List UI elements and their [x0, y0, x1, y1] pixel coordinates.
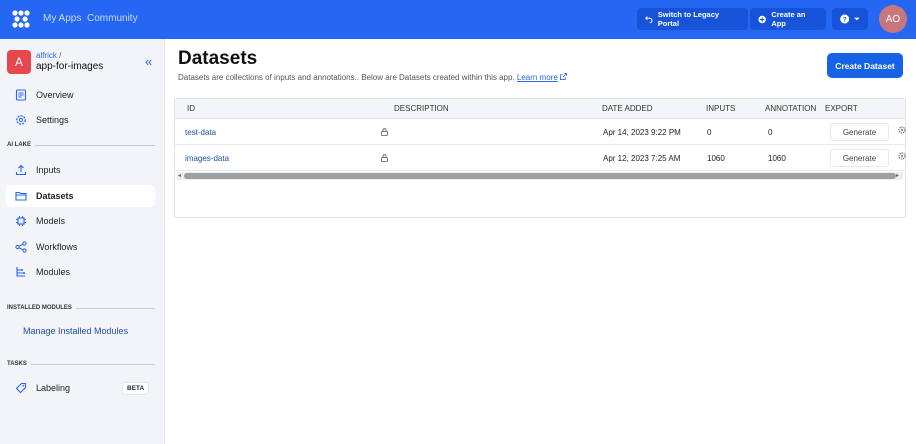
- column-header-inputs[interactable]: INPUTS: [706, 104, 735, 113]
- folder-icon: [15, 191, 27, 201]
- page-title: Datasets: [178, 48, 258, 69]
- switch-legacy-button[interactable]: Switch to Legacy Portal: [637, 8, 748, 30]
- section-header-label: INSTALLED MODULES: [7, 305, 72, 311]
- table-row[interactable]: images-data Apr 12, 2023 7:25 AM 1060 10…: [175, 145, 906, 171]
- modules-icon: [16, 267, 25, 277]
- annotation-cell: 0: [768, 128, 773, 137]
- annotation-cell: 1060: [768, 154, 786, 163]
- inputs-cell: 1060: [707, 154, 725, 163]
- help-icon: ?: [840, 14, 850, 24]
- section-header-label: AI LAKE: [7, 142, 31, 148]
- scrollbar-thumb[interactable]: [184, 173, 896, 179]
- app-owner-label[interactable]: alfrick: [36, 51, 57, 60]
- column-header-date-added[interactable]: DATE ADDED: [602, 104, 653, 113]
- sidebar-item-inputs[interactable]: Inputs: [6, 159, 155, 181]
- learn-more-link[interactable]: Learn more: [517, 73, 558, 82]
- manage-installed-modules-link[interactable]: Manage Installed Modules: [23, 326, 128, 336]
- app-name: app-for-images: [36, 61, 104, 72]
- lock-icon: [381, 128, 388, 136]
- upload-icon: [15, 164, 27, 176]
- table-header: ID DESCRIPTION DATE ADDED INPUTS ANNOTAT…: [175, 99, 905, 119]
- app-icon: A: [7, 50, 31, 74]
- page-subtitle-text: Datasets are collections of inputs and a…: [178, 73, 515, 82]
- plus-circle-icon: [758, 15, 766, 23]
- dataset-id-link[interactable]: images-data: [185, 154, 229, 163]
- sidebar-item-datasets[interactable]: Datasets: [6, 185, 155, 207]
- date-added-cell: Apr 12, 2023 7:25 AM: [603, 154, 681, 163]
- help-menu-button[interactable]: ?: [832, 8, 868, 30]
- tag-icon: [15, 382, 27, 394]
- avatar[interactable]: AO: [879, 5, 907, 33]
- create-app-button[interactable]: Create an App: [750, 8, 826, 30]
- sidebar-item-overview[interactable]: Overview: [6, 84, 155, 106]
- nav-community[interactable]: Community: [87, 13, 138, 24]
- scroll-left-icon[interactable]: ◂: [178, 172, 181, 179]
- column-header-export[interactable]: EXPORT: [825, 104, 858, 113]
- column-header-annotation[interactable]: ANNOTATION: [765, 104, 816, 113]
- switch-legacy-label: Switch to Legacy Portal: [657, 10, 720, 28]
- sidebar-item-models[interactable]: Models: [6, 210, 155, 232]
- lock-icon: [381, 154, 388, 162]
- top-bar: My Apps Community Switch to Legacy Porta…: [0, 0, 916, 39]
- create-app-label: Create an App: [771, 10, 806, 28]
- gear-icon: [16, 115, 26, 125]
- svg-text:?: ?: [843, 16, 847, 23]
- collapse-sidebar-icon[interactable]: «: [145, 55, 152, 68]
- sidebar-item-label: Modules: [36, 267, 71, 277]
- main-content: Datasets Datasets are collections of inp…: [166, 39, 916, 444]
- overview-icon: [15, 89, 27, 101]
- sidebar-item-label: Labeling: [36, 383, 71, 393]
- breadcrumb-separator: /: [56, 51, 62, 60]
- section-header-label: TASKS: [7, 361, 27, 367]
- table-row[interactable]: test-data Apr 14, 2023 9:22 PM 0 0 Gener…: [175, 119, 906, 145]
- undo-arrow-icon: [645, 16, 653, 23]
- learn-more-label: Learn more: [516, 73, 558, 82]
- section-header-ai-lake: AI LAKE: [7, 142, 155, 148]
- sidebar-item-modules[interactable]: Modules: [6, 261, 155, 283]
- section-header-installed-modules: INSTALLED MODULES: [7, 305, 155, 311]
- sidebar-item-label: Overview: [36, 90, 74, 100]
- generate-export-button[interactable]: Generate: [830, 149, 889, 167]
- settings-gear-icon[interactable]: [898, 152, 906, 160]
- sidebar-item-label: Settings: [36, 115, 69, 125]
- scroll-right-icon[interactable]: ▸: [896, 172, 899, 179]
- sidebar-item-settings[interactable]: Settings: [6, 109, 155, 131]
- divider: [75, 307, 155, 309]
- horizontal-scrollbar[interactable]: ◂ ▸: [177, 172, 903, 180]
- page-subtitle: Datasets are collections of inputs and a…: [178, 73, 567, 82]
- inputs-cell: 0: [707, 128, 712, 137]
- chip-icon: [16, 216, 26, 226]
- divider: [35, 144, 155, 146]
- external-link-icon[interactable]: [560, 73, 567, 80]
- caret-down-icon: [854, 17, 860, 21]
- clarifai-logo-icon[interactable]: [11, 9, 31, 29]
- divider: [30, 363, 155, 365]
- column-header-description[interactable]: DESCRIPTION: [394, 104, 449, 113]
- generate-export-button[interactable]: Generate: [830, 123, 889, 141]
- sidebar-item-workflows[interactable]: Workflows: [6, 236, 155, 258]
- sidebar-item-label: Workflows: [36, 242, 78, 252]
- section-header-tasks: TASKS: [7, 361, 155, 367]
- create-dataset-button[interactable]: Create Dataset: [827, 53, 903, 78]
- datasets-table: ID DESCRIPTION DATE ADDED INPUTS ANNOTAT…: [174, 98, 906, 218]
- share-icon: [15, 241, 27, 253]
- settings-gear-icon[interactable]: [898, 126, 906, 134]
- dataset-id-link[interactable]: test-data: [185, 128, 216, 137]
- date-added-cell: Apr 14, 2023 9:22 PM: [603, 128, 681, 137]
- sidebar-item-label: Models: [36, 216, 66, 226]
- sidebar-item-label: Inputs: [36, 165, 61, 175]
- sidebar: A alfrick / app-for-images « Overview Se…: [0, 39, 165, 444]
- nav-my-apps[interactable]: My Apps: [43, 13, 81, 24]
- column-header-id[interactable]: ID: [187, 104, 195, 113]
- sidebar-item-label: Datasets: [36, 191, 74, 201]
- beta-badge: BETA: [122, 382, 150, 395]
- app-owner[interactable]: alfrick /: [36, 51, 61, 60]
